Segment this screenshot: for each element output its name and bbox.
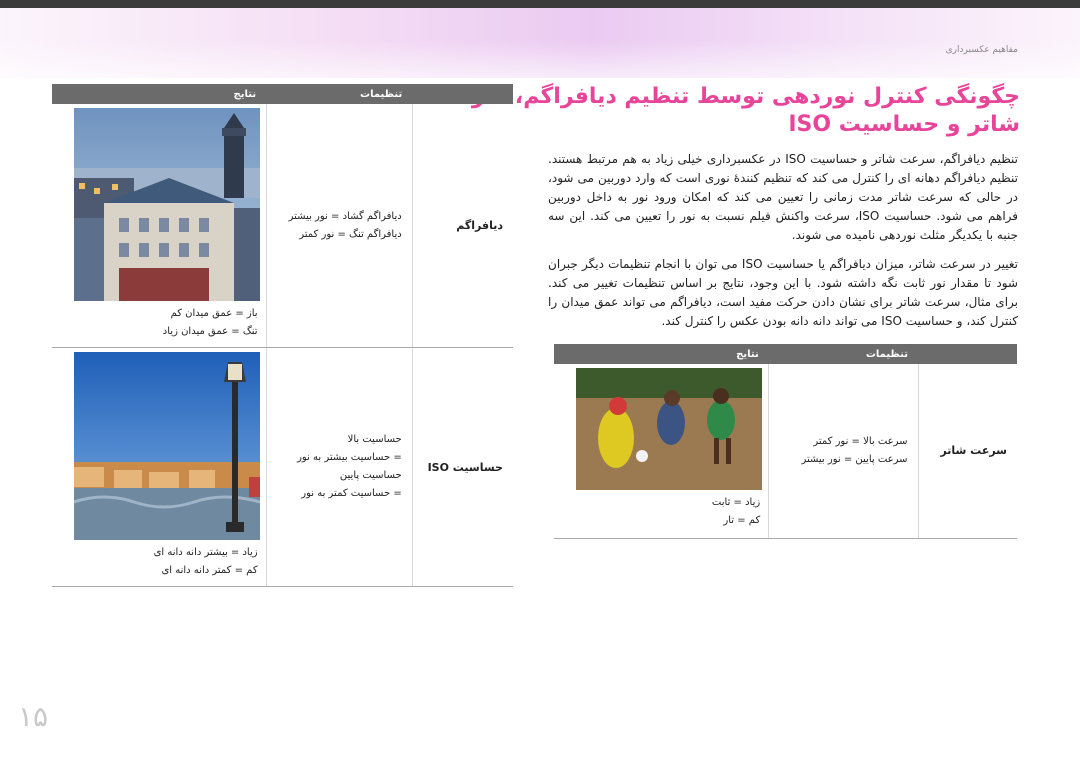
setting-line: سرعت پایین = نور بیشتر: [801, 453, 908, 465]
children-soccer-photo: [576, 368, 763, 490]
feature-label: سرعت شاتر: [918, 364, 1017, 539]
result-caption: تنگ = عمق میدان زیاد: [162, 326, 258, 337]
table-header-row: تنظیمات نتایج: [52, 84, 513, 104]
setting-line: دیافراگم گشاد = نور بیشتر: [288, 210, 402, 222]
table-row-iso: حساسیت ISO حساسیت بالا = حساسیت بیشتر به…: [52, 347, 513, 587]
result-caption: کم = کمتر دانه دانه ای: [161, 565, 258, 576]
feature-label: دیافراگم: [412, 104, 513, 348]
table-header-settings: تنظیمات: [768, 344, 919, 364]
result-caption: زیاد = بیشتر دانه دانه ای: [153, 547, 258, 558]
page-title-line2: شاتر و حساسیت ISO: [788, 112, 1020, 137]
settings-cell: دیافراگم گشاد = نور بیشتر دیافراگم تنگ =…: [265, 104, 413, 348]
result-caption: کم = تار: [723, 515, 761, 526]
setting-line: سرعت بالا = نور کمتر: [813, 435, 908, 447]
setting-line: حساسیت بالا: [347, 434, 402, 445]
breadcrumb: مفاهیم عکسبرداری: [945, 45, 1018, 55]
result-caption: زیاد = ثابت: [711, 497, 761, 508]
table-header-feature: [918, 344, 1017, 364]
table-header-feature: [412, 84, 513, 104]
table-header-results: نتایج: [52, 84, 267, 104]
setting-line: = حساسیت کمتر به نور: [301, 488, 402, 499]
table-row-shutter: سرعت شاتر سرعت بالا = نور کمتر سرعت پایی…: [554, 364, 1017, 539]
river-lamppost-photo: [73, 352, 260, 540]
results-cell: زیاد = بیشتر دانه دانه ای کم = کمتر دانه…: [52, 347, 267, 587]
paragraph-intro: تنظیم دیافراگم، سرعت شاتر و حساسیت ISO د…: [548, 152, 1019, 242]
shutter-speed-table: تنظیمات نتایج سرعت شاتر سرعت بالا = نور …: [554, 344, 1017, 539]
result-caption: باز = عمق میدان کم: [170, 308, 258, 319]
setting-line: = حساسیت بیشتر به نور: [297, 452, 402, 463]
paragraph-compensation: تغییر در سرعت شاتر، میزان دیافراگم یا حس…: [548, 257, 1018, 328]
prague-cityscape-photo: [73, 108, 260, 301]
table-header-row: تنظیمات نتایج: [554, 344, 1017, 364]
table-header-settings: تنظیمات: [266, 84, 413, 104]
feature-label: حساسیت ISO: [412, 347, 513, 587]
settings-cell: حساسیت بالا = حساسیت بیشتر به نور حساسیت…: [265, 347, 413, 587]
results-cell: باز = عمق میدان کم تنگ = عمق میدان زیاد: [52, 104, 267, 348]
setting-line: حساسیت پایین: [339, 470, 402, 481]
page-title-line1: چگونگی کنترل نوردهی توسط تنظیم دیافراگم،…: [433, 84, 1020, 109]
settings-cell: سرعت بالا = نور کمتر سرعت پایین = نور بی…: [768, 364, 919, 539]
table-header-results: نتایج: [554, 344, 769, 364]
top-bar: [0, 0, 1080, 8]
aperture-iso-table: تنظیمات نتایج دیافراگم دیافراگم گشاد = ن…: [52, 84, 513, 587]
table-row-aperture: دیافراگم دیافراگم گشاد = نور بیشتر دیافر…: [52, 104, 513, 348]
setting-line: دیافراگم تنگ = نور کمتر: [299, 228, 402, 240]
page-number: ۱۵: [18, 700, 49, 733]
results-cell: زیاد = ثابت کم = تار: [554, 364, 769, 539]
